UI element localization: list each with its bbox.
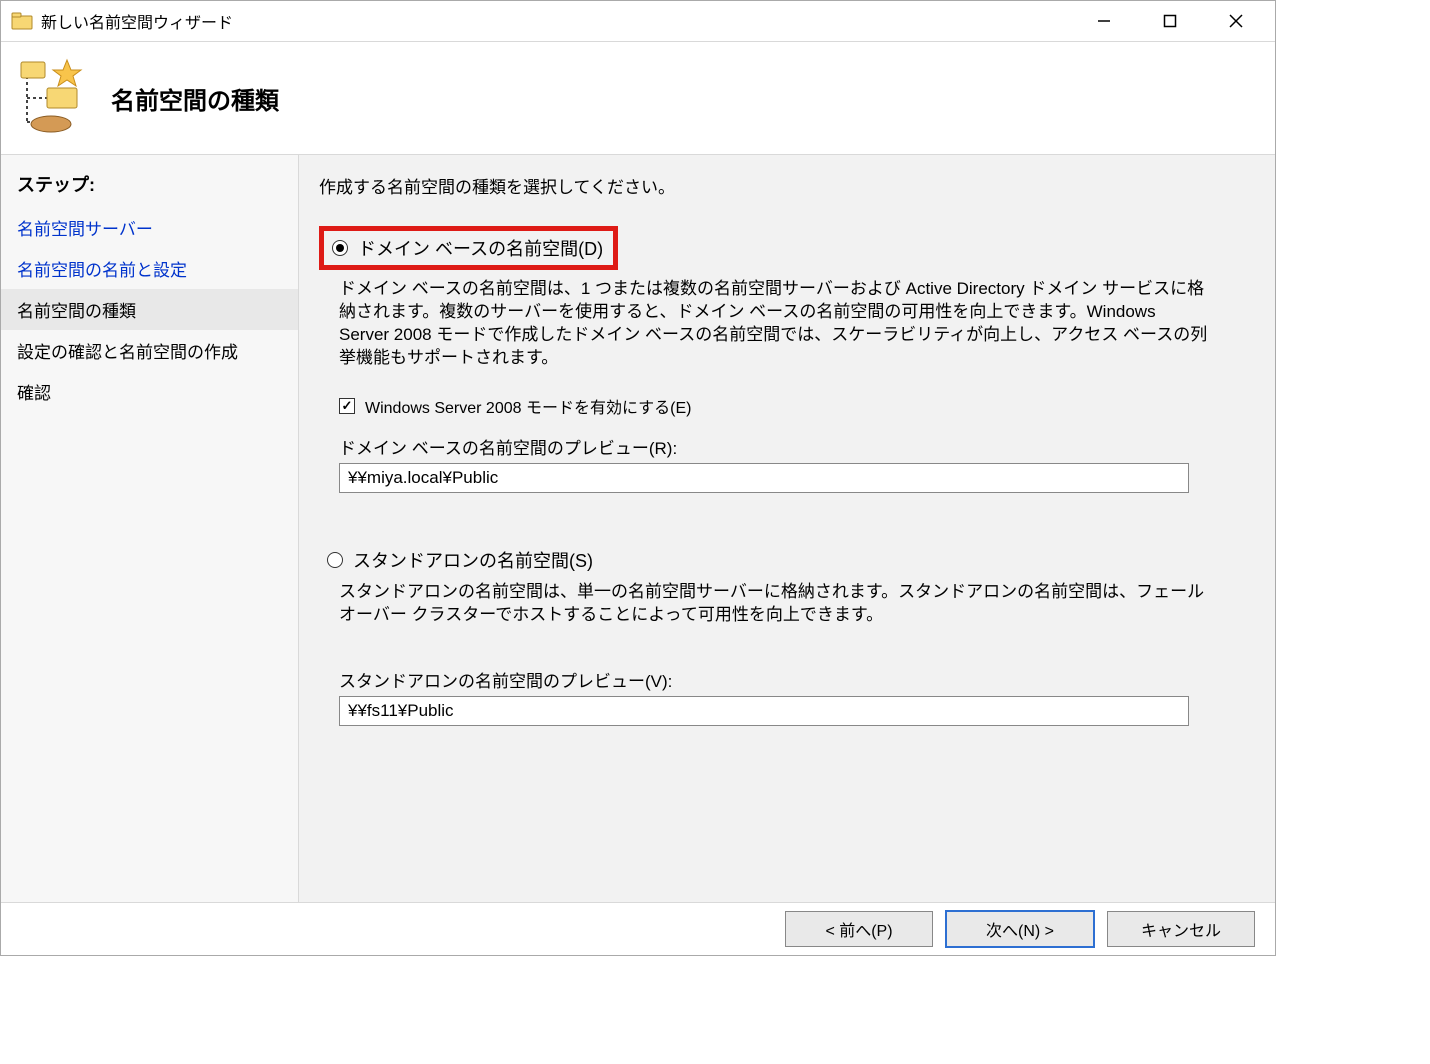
footer: < 前へ(P) 次へ(N) > キャンセル [1, 902, 1275, 955]
step-namespace-server[interactable]: 名前空間サーバー [1, 207, 298, 248]
step-confirmation[interactable]: 確認 [1, 371, 298, 412]
content: 作成する名前空間の種類を選択してください。 ドメイン ベースの名前空間(D) ド… [299, 155, 1275, 902]
wizard-icon [15, 58, 87, 138]
domain-namespace-radio[interactable] [332, 240, 348, 256]
page-title: 名前空間の種類 [111, 81, 279, 116]
ws2008-mode-checkbox[interactable] [339, 398, 355, 414]
titlebar: 新しい名前空間ウィザード [1, 1, 1275, 42]
titlebar-left: 新しい名前空間ウィザード [11, 9, 233, 33]
standalone-namespace-label[interactable]: スタンドアロンの名前空間(S) [353, 547, 593, 573]
standalone-preview-field[interactable]: ¥¥fs11¥Public [339, 696, 1189, 726]
close-button[interactable] [1203, 2, 1269, 40]
sidebar: ステップ: 名前空間サーバー 名前空間の名前と設定 名前空間の種類 設定の確認と… [1, 155, 299, 902]
standalone-namespace-description: スタンドアロンの名前空間は、単一の名前空間サーバーに格納されます。スタンドアロン… [339, 581, 1209, 627]
app-icon [11, 12, 33, 30]
domain-namespace-description: ドメイン ベースの名前空間は、1 つまたは複数の名前空間サーバーおよび Acti… [339, 278, 1209, 370]
header-band: 名前空間の種類 [1, 42, 1275, 155]
standalone-namespace-option: スタンドアロンの名前空間(S) [327, 547, 1251, 573]
body: ステップ: 名前空間サーバー 名前空間の名前と設定 名前空間の種類 設定の確認と… [1, 155, 1275, 902]
back-button[interactable]: < 前へ(P) [785, 911, 933, 947]
cancel-button[interactable]: キャンセル [1107, 911, 1255, 947]
standalone-preview-label: スタンドアロンの名前空間のプレビュー(V): [339, 667, 1251, 692]
window-title: 新しい名前空間ウィザード [41, 9, 233, 33]
next-button[interactable]: 次へ(N) > [945, 910, 1095, 948]
domain-preview-label: ドメイン ベースの名前空間のプレビュー(R): [339, 434, 1251, 459]
window-controls [1071, 2, 1269, 40]
wizard-window: 新しい名前空間ウィザード [0, 0, 1276, 956]
step-review-create[interactable]: 設定の確認と名前空間の作成 [1, 330, 298, 371]
domain-namespace-option-highlight: ドメイン ベースの名前空間(D) [319, 226, 618, 270]
minimize-button[interactable] [1071, 2, 1137, 40]
sidebar-heading: ステップ: [1, 167, 298, 207]
step-namespace-type[interactable]: 名前空間の種類 [1, 289, 298, 330]
maximize-button[interactable] [1137, 2, 1203, 40]
ws2008-mode-row: Windows Server 2008 モードを有効にする(E) [339, 394, 1251, 418]
intro-text: 作成する名前空間の種類を選択してください。 [319, 173, 1251, 198]
domain-namespace-label[interactable]: ドメイン ベースの名前空間(D) [358, 235, 603, 261]
ws2008-mode-label[interactable]: Windows Server 2008 モードを有効にする(E) [365, 394, 691, 418]
standalone-namespace-radio[interactable] [327, 552, 343, 568]
domain-preview-field[interactable]: ¥¥miya.local¥Public [339, 463, 1189, 493]
step-namespace-name-settings[interactable]: 名前空間の名前と設定 [1, 248, 298, 289]
